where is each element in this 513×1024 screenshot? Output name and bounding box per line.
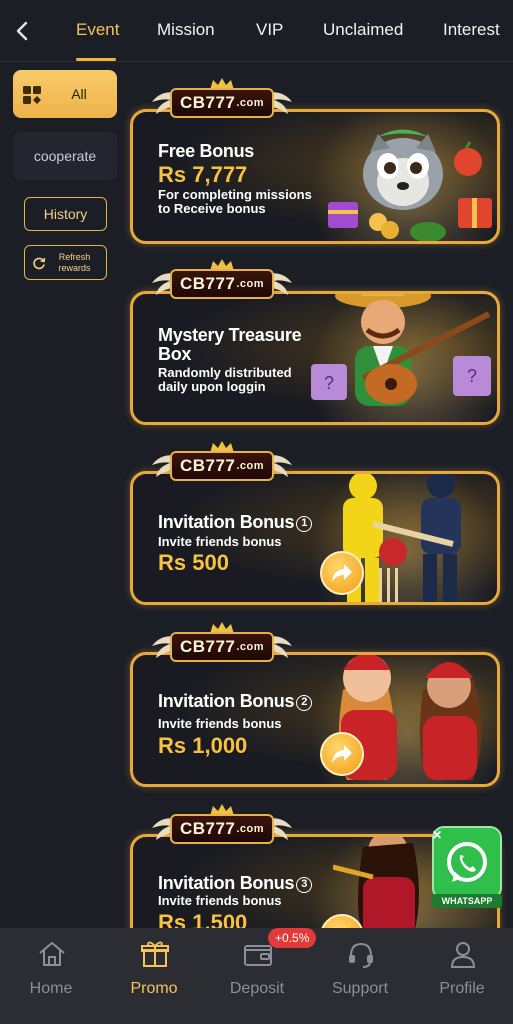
nav-profile-label: Profile <box>439 980 485 997</box>
nav-promo-label: Promo <box>130 980 178 997</box>
home-icon <box>39 942 65 966</box>
share-arrow-button[interactable] <box>320 732 364 776</box>
svg-text:?: ? <box>467 366 477 386</box>
banner-amount: Rs 1,000 <box>158 733 248 758</box>
banner-title: Invitation Bonus 2 <box>158 692 313 711</box>
tab-interest[interactable]: Interest <box>443 20 500 40</box>
svg-text:?: ? <box>324 373 334 393</box>
promotions-page: Event Mission VIP Unclaimed Interest All… <box>0 0 513 1024</box>
nav-support-label: Support <box>331 980 389 997</box>
tab-mission[interactable]: Mission <box>157 20 215 40</box>
cb777-logo: CB777 .com <box>152 78 292 126</box>
refresh-rewards-button[interactable]: Refresh rewards <box>24 245 107 280</box>
banner-title: Invitation Bonus 1 <box>158 513 313 532</box>
tab-unclaimed[interactable]: Unclaimed <box>323 20 403 40</box>
share-arrow-icon <box>332 745 352 763</box>
nav-deposit-label: Deposit <box>229 980 285 997</box>
share-arrow-icon <box>332 564 352 582</box>
banner-subtitle: Invite friends bonus <box>158 893 282 908</box>
banner-amount: Rs 7,777 <box>158 162 248 187</box>
nav-promo[interactable]: Promo <box>103 928 205 1024</box>
bottom-navigation: Home Promo Deposit Support Profile <box>0 928 513 1024</box>
chevron-left-icon <box>16 21 28 41</box>
close-icon[interactable]: × <box>428 827 446 845</box>
tab-vip[interactable]: VIP <box>256 20 283 40</box>
headset-icon <box>349 942 373 968</box>
category-all-button[interactable]: All <box>13 70 117 118</box>
top-tab-bar: Event Mission VIP Unclaimed Interest <box>0 0 513 62</box>
category-all-label: All <box>71 86 87 102</box>
guitarist-mascot-image: ? ? <box>311 294 491 406</box>
banner-title: Free Bonus <box>158 141 255 161</box>
refresh-rewards-label: Refresh rewards <box>58 251 91 273</box>
category-cooperate-button[interactable]: cooperate <box>13 132 117 180</box>
nav-support[interactable]: Support <box>309 928 411 1024</box>
nav-profile[interactable]: Profile <box>411 928 513 1024</box>
invitation-bonus-1-banner[interactable]: Invitation Bonus 1 Invite friends bonus R… <box>130 471 500 605</box>
tab-event[interactable]: Event <box>76 20 119 40</box>
banner-title: Invitation Bonus 3 <box>158 874 313 893</box>
cb777-logo: CB777 .com <box>152 441 292 489</box>
cb777-logo: CB777 .com <box>152 804 292 852</box>
banner-subtitle: Invite friends bonus <box>158 534 282 549</box>
refresh-icon <box>33 257 46 270</box>
deposit-bonus-badge: +0.5% <box>268 928 317 948</box>
banner-subtitle: For completing missions to Receive bonus <box>158 187 312 216</box>
history-button[interactable]: History <box>24 197 107 231</box>
banner-title: Mystery Treasure Box <box>158 325 302 364</box>
nav-home[interactable]: Home <box>0 928 102 1024</box>
share-arrow-button[interactable] <box>320 551 364 595</box>
free-bonus-banner[interactable]: Free Bonus Rs 7,777 For completing missi… <box>130 109 500 244</box>
banner-subtitle: Randomly distributed daily upon loggin <box>158 365 292 394</box>
gift-icon <box>141 941 169 967</box>
banner-amount: Rs 500 <box>158 550 229 575</box>
active-tab-indicator <box>76 58 116 61</box>
user-icon <box>450 942 476 968</box>
raccoon-mascot-image <box>328 129 492 241</box>
invitation-bonus-2-banner[interactable]: Invitation Bonus 2 Invite friends bonus R… <box>130 652 500 787</box>
back-button[interactable] <box>8 16 36 46</box>
cb777-logo: CB777 .com <box>152 622 292 670</box>
banner-subtitle: Invite friends bonus <box>158 716 282 731</box>
whatsapp-label: WHATSAPP <box>432 894 502 908</box>
cb777-logo: CB777 .com <box>152 259 292 307</box>
mystery-treasure-banner[interactable]: Mystery Treasure Box Randomly distributed… <box>130 291 500 425</box>
whatsapp-icon <box>447 842 487 882</box>
nav-home-label: Home <box>29 980 73 997</box>
